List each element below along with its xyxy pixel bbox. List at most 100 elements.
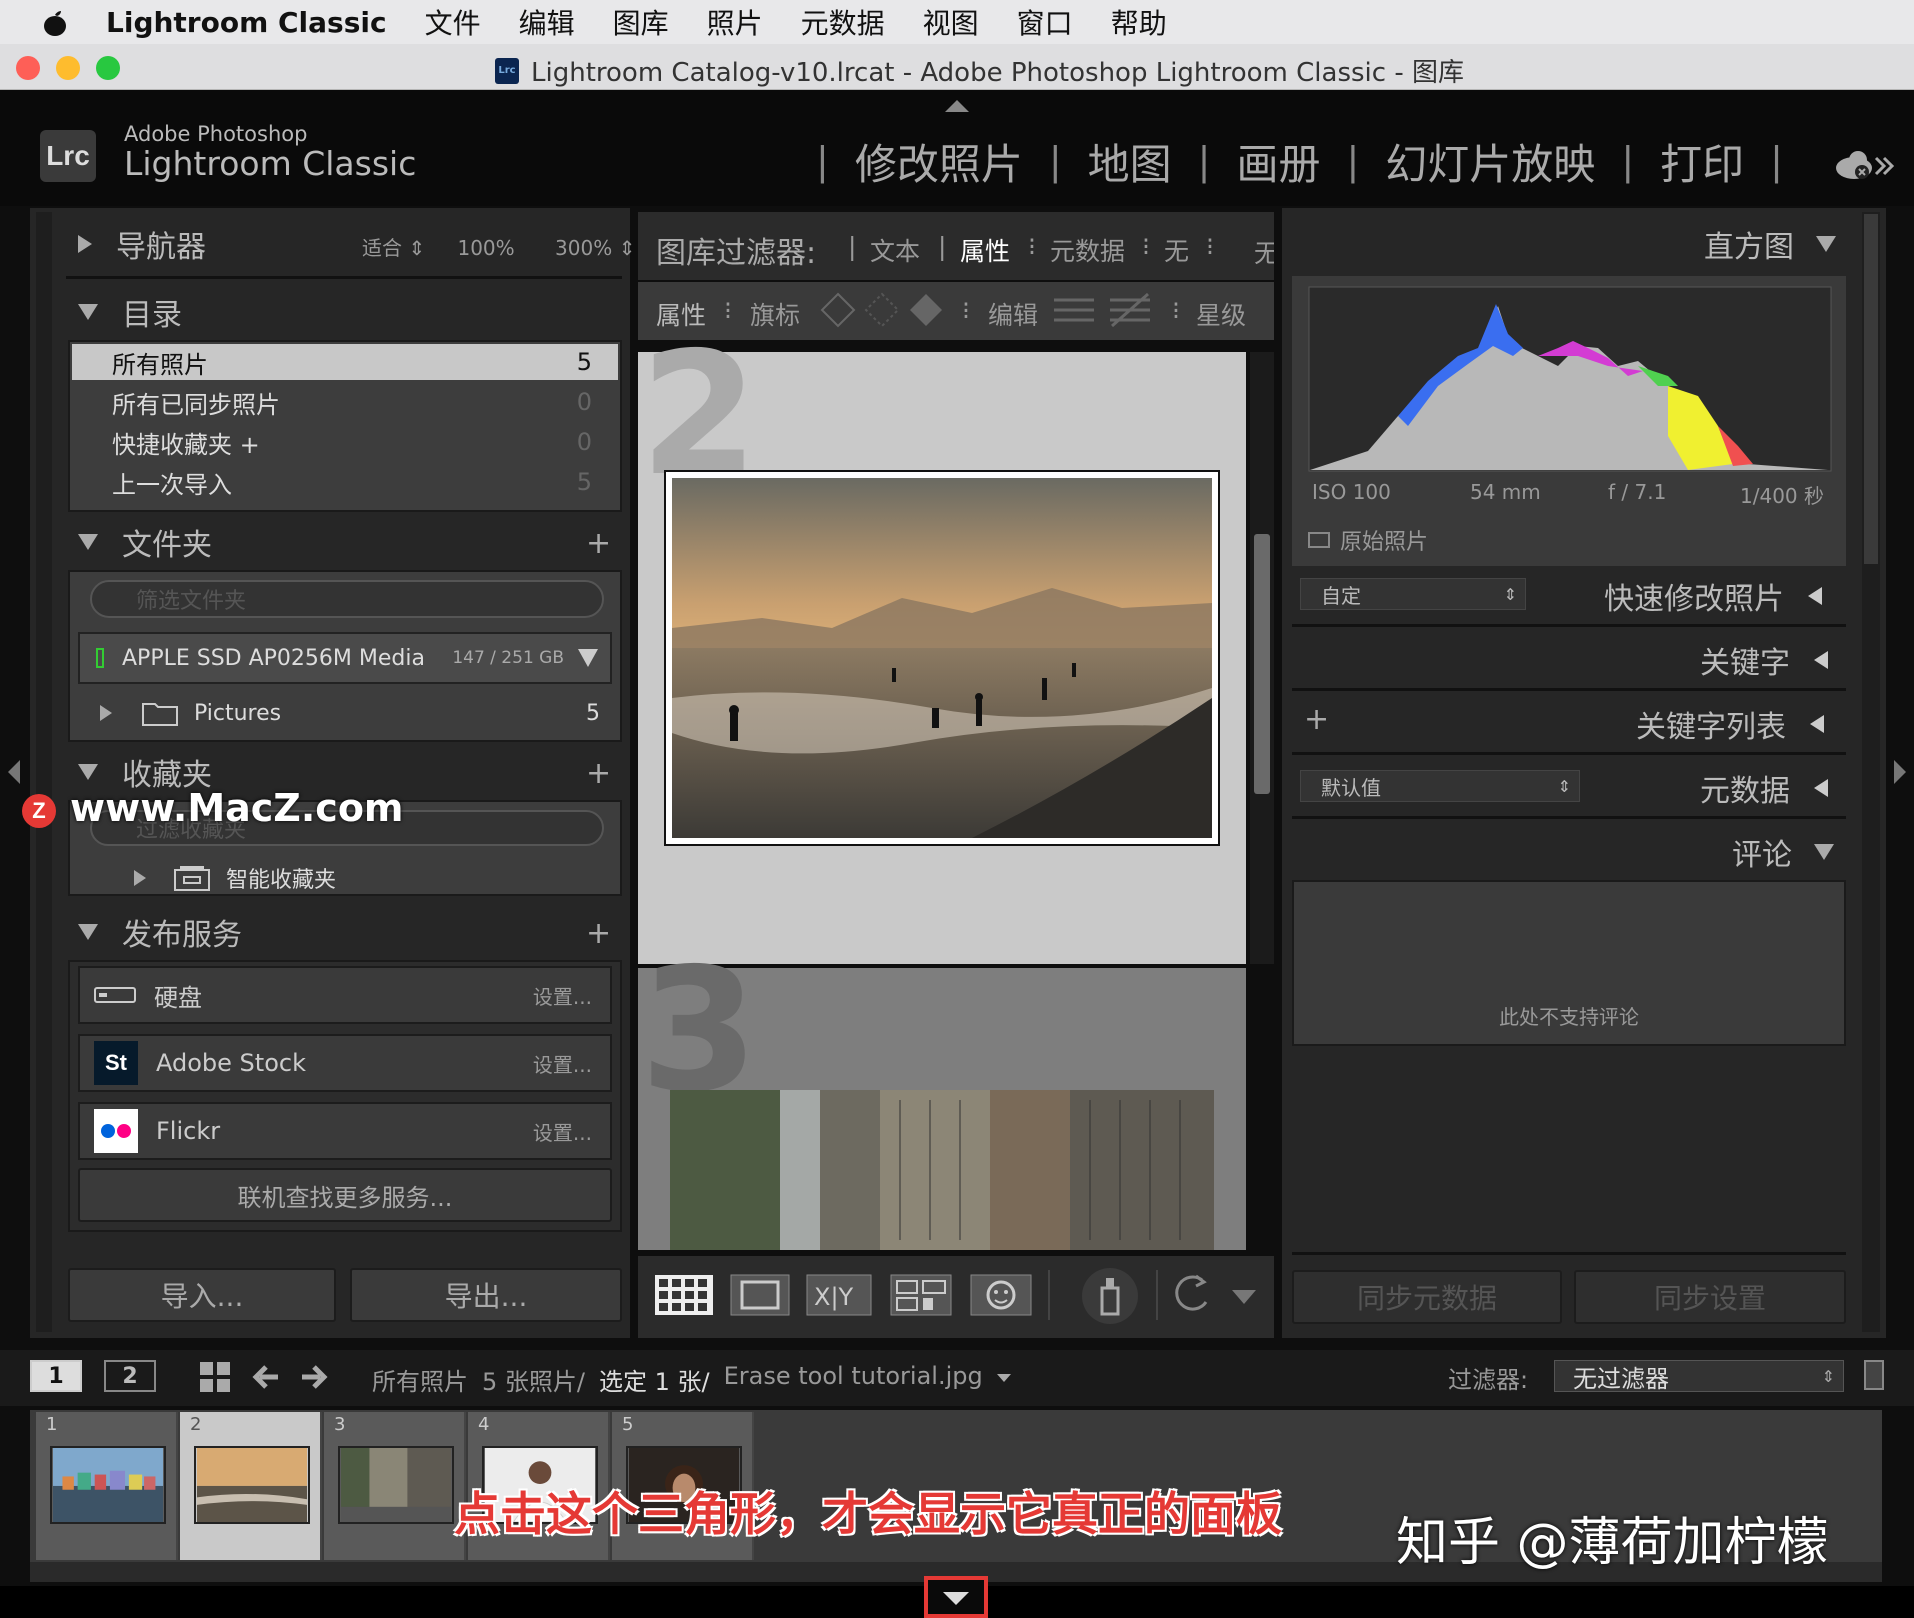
painter-spray-icon[interactable]	[1080, 1266, 1140, 1326]
metadata-header[interactable]: 元数据	[1700, 766, 1828, 810]
catalog-item-last-import[interactable]: 上一次导入 5	[72, 464, 618, 500]
zoom-300[interactable]: 300%	[555, 236, 612, 260]
volume-expand-icon[interactable]	[578, 649, 598, 667]
add-publish-service-icon[interactable]: +	[586, 916, 611, 951]
publish-header[interactable]: 发布服务	[78, 910, 242, 954]
bottom-panel-toggle-icon[interactable]	[943, 1592, 969, 1605]
keyword-list-header[interactable]: 关键字列表	[1636, 702, 1824, 746]
navigator-header[interactable]: 导航器	[78, 222, 206, 266]
catalog-item-all-photos[interactable]: 所有照片 5	[72, 344, 618, 380]
compare-view-icon[interactable]: X|Y	[806, 1274, 872, 1316]
add-keyword-icon[interactable]: +	[1304, 702, 1329, 737]
module-print[interactable]: 打印	[1660, 131, 1744, 192]
catalog-item-quick-collection[interactable]: 快捷收藏夹 + 0	[72, 424, 618, 460]
right-panel-toggle-icon[interactable]	[1894, 760, 1906, 784]
grid-mode-icon[interactable]	[198, 1360, 232, 1394]
checkbox-icon[interactable]	[1308, 532, 1330, 548]
find-more-services-button[interactable]: 联机查找更多服务...	[78, 1168, 612, 1222]
folder-expand-icon[interactable]	[100, 705, 112, 721]
service-settings-link[interactable]: 设置...	[533, 1049, 592, 1078]
apple-icon[interactable]	[42, 7, 68, 37]
secondary-window-button[interactable]: 2	[104, 1360, 156, 1392]
quick-develop-preset-select[interactable]: 自定 ⇕	[1300, 578, 1526, 610]
metadata-preset-select[interactable]: 默认值 ⇕	[1300, 770, 1580, 802]
top-panel-toggle-icon[interactable]	[945, 100, 969, 112]
menu-photo[interactable]: 照片	[707, 2, 763, 42]
cloud-sync-icon[interactable]	[1832, 148, 1896, 182]
publish-service-flickr[interactable]: Flickr 设置...	[78, 1102, 612, 1160]
zoom-100[interactable]: 100%	[457, 236, 514, 260]
sync-metadata-button[interactable]: 同步元数据	[1292, 1270, 1562, 1324]
volume-row[interactable]: APPLE SSD AP0256M Media 147 / 251 GB	[78, 632, 612, 684]
module-slideshow[interactable]: 幻灯片放映	[1385, 131, 1595, 192]
menu-file[interactable]: 文件	[425, 2, 481, 42]
folder-row-pictures[interactable]: Pictures 5	[100, 700, 600, 726]
publish-service-hard-drive[interactable]: 硬盘 设置...	[78, 966, 612, 1024]
module-book[interactable]: 画册	[1236, 131, 1320, 192]
minimize-window-button[interactable]	[56, 56, 80, 80]
sync-settings-button[interactable]: 同步设置	[1574, 1270, 1846, 1324]
grid-scrollbar-thumb[interactable]	[1254, 534, 1270, 794]
back-arrow-icon[interactable]	[252, 1362, 280, 1392]
survey-view-icon[interactable]	[890, 1274, 952, 1316]
service-settings-link[interactable]: 设置...	[533, 981, 592, 1010]
menu-metadata[interactable]: 元数据	[801, 2, 885, 42]
filmstrip-thumb-selected[interactable]: 2	[180, 1412, 322, 1560]
folders-header[interactable]: 文件夹	[78, 520, 212, 564]
keywording-header[interactable]: 关键字	[1700, 638, 1828, 682]
rotate-icon[interactable]	[1172, 1272, 1216, 1318]
service-settings-link[interactable]: 设置...	[533, 1117, 592, 1146]
filter-tab-none[interactable]: 无	[1164, 232, 1189, 268]
menu-view[interactable]: 视图	[923, 2, 979, 42]
menu-edit[interactable]: 编辑	[519, 2, 575, 42]
original-photo-toggle[interactable]: 原始照片	[1308, 524, 1428, 556]
module-develop[interactable]: 修改照片	[855, 131, 1023, 192]
filter-tab-text[interactable]: 文本	[870, 232, 920, 268]
main-window-button[interactable]: 1	[30, 1360, 82, 1392]
smart-collections-row[interactable]: 智能收藏夹	[134, 862, 336, 894]
quick-develop-header[interactable]: 快速修改照片	[1604, 574, 1822, 618]
close-window-button[interactable]	[16, 56, 40, 80]
menu-library[interactable]: 图库	[613, 2, 669, 42]
filter-lock-icon[interactable]	[1864, 1360, 1884, 1390]
folder-filter-input[interactable]: 筛选文件夹	[90, 580, 604, 618]
publish-service-adobe-stock[interactable]: St Adobe Stock 设置...	[78, 1034, 612, 1092]
filter-sep: |	[938, 232, 947, 261]
forward-arrow-icon[interactable]	[300, 1362, 328, 1392]
people-view-icon[interactable]	[970, 1274, 1032, 1316]
filmstrip-thumb[interactable]: 3	[324, 1412, 466, 1560]
catalog-header[interactable]: 目录	[78, 290, 182, 334]
add-folder-icon[interactable]: +	[586, 526, 611, 561]
beach-sunset-photo[interactable]	[672, 478, 1212, 838]
right-scrollbar-thumb[interactable]	[1864, 214, 1878, 564]
flag-filter-icons[interactable]	[818, 290, 948, 330]
catalog-item-synced[interactable]: 所有已同步照片 0	[72, 384, 618, 420]
menu-window[interactable]: 窗口	[1017, 2, 1073, 42]
filmstrip-source-path[interactable]: 所有照片 5 张照片/ 选定 1 张/ Erase tool tutorial.…	[372, 1362, 1011, 1397]
grid-view-icon[interactable]	[654, 1274, 714, 1316]
module-map[interactable]: 地图	[1088, 131, 1172, 192]
filmstrip-thumb[interactable]: 1	[36, 1412, 178, 1560]
smart-collection-expand-icon[interactable]	[134, 870, 146, 886]
zoom-fit[interactable]: 适合	[362, 236, 402, 260]
toolbar-options-chevron-icon[interactable]	[1232, 1290, 1256, 1304]
left-panel-scrollbar[interactable]	[36, 212, 52, 1332]
city-street-photo[interactable]	[670, 1090, 1214, 1250]
filter-preset-select[interactable]: 无过滤器 ⇕	[1554, 1360, 1844, 1393]
comments-header[interactable]: 评论	[1732, 830, 1834, 874]
menu-app-name[interactable]: Lightroom Classic	[106, 6, 387, 39]
site-watermark: www.MacZ.com	[70, 786, 404, 830]
import-button[interactable]: 导入...	[68, 1268, 336, 1322]
filter-tab-metadata[interactable]: 元数据	[1050, 232, 1125, 268]
edit-filter-icons[interactable]	[1050, 290, 1160, 330]
zoom-window-button[interactable]	[96, 56, 120, 80]
export-button[interactable]: 导出...	[350, 1268, 622, 1322]
source-dropdown-icon[interactable]	[996, 1374, 1011, 1382]
add-collection-icon[interactable]: +	[586, 756, 611, 791]
filter-tab-attribute[interactable]: 属性	[960, 232, 1010, 268]
filter-preset-cut[interactable]: 无	[1254, 234, 1274, 270]
loupe-view-icon[interactable]	[730, 1274, 790, 1316]
histogram-header[interactable]: 直方图	[1704, 222, 1836, 266]
menu-help[interactable]: 帮助	[1111, 2, 1167, 42]
left-panel-toggle-icon[interactable]	[8, 760, 20, 784]
